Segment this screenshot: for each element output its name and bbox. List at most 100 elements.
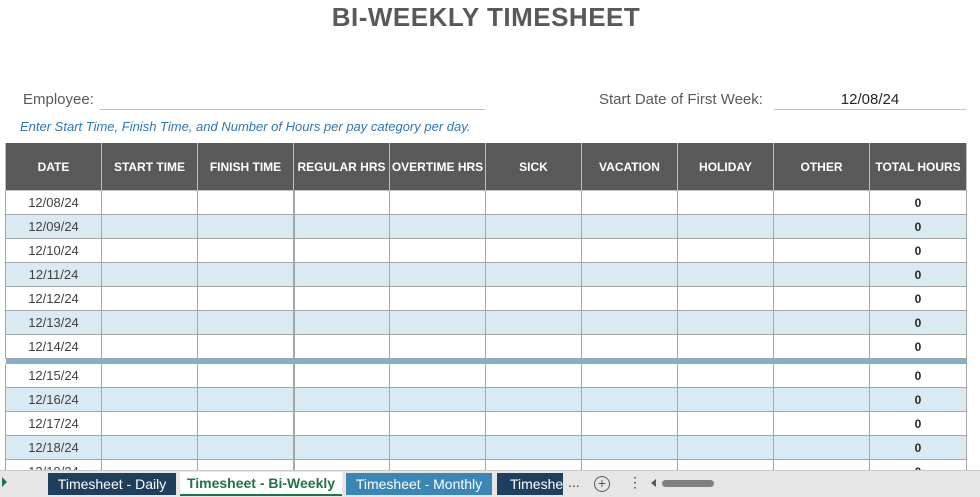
vacation-cell[interactable] <box>581 238 678 263</box>
col-header-total-hours[interactable]: TOTAL HOURS <box>869 143 967 191</box>
vacation-cell[interactable] <box>581 334 678 359</box>
start-time-cell[interactable] <box>101 190 198 215</box>
finish-time-cell[interactable] <box>197 364 294 388</box>
vertical-dots-icon[interactable]: ⋮ <box>628 474 642 491</box>
other-cell[interactable] <box>773 435 870 460</box>
start-time-cell[interactable] <box>101 411 198 436</box>
start-time-cell[interactable] <box>101 214 198 239</box>
finish-time-cell[interactable] <box>197 310 294 335</box>
other-cell[interactable] <box>773 214 870 239</box>
regular-hrs-cell[interactable] <box>292 310 390 335</box>
other-cell[interactable] <box>773 334 870 359</box>
sick-cell[interactable] <box>485 334 582 359</box>
sick-cell[interactable] <box>485 190 582 215</box>
employee-field[interactable] <box>100 91 485 110</box>
total-hours-cell[interactable]: 0 <box>869 364 967 388</box>
vacation-cell[interactable] <box>581 364 678 388</box>
vacation-cell[interactable] <box>581 435 678 460</box>
holiday-cell[interactable] <box>677 387 774 412</box>
sick-cell[interactable] <box>485 435 582 460</box>
overtime-hrs-cell[interactable] <box>389 435 486 460</box>
holiday-cell[interactable] <box>677 334 774 359</box>
date-cell[interactable]: 12/16/24 <box>5 387 102 412</box>
vacation-cell[interactable] <box>581 310 678 335</box>
total-hours-cell[interactable]: 0 <box>869 190 967 215</box>
finish-time-cell[interactable] <box>197 286 294 311</box>
col-header-other[interactable]: OTHER <box>773 143 870 191</box>
overtime-hrs-cell[interactable] <box>389 334 486 359</box>
tab-timesheet-monthly[interactable]: Timesheet - Monthly <box>346 473 492 495</box>
start-time-cell[interactable] <box>101 238 198 263</box>
holiday-cell[interactable] <box>677 214 774 239</box>
vacation-cell[interactable] <box>581 286 678 311</box>
finish-time-cell[interactable] <box>197 238 294 263</box>
date-cell[interactable]: 12/09/24 <box>5 214 102 239</box>
total-hours-cell[interactable]: 0 <box>869 310 967 335</box>
regular-hrs-cell[interactable] <box>292 334 390 359</box>
overtime-hrs-cell[interactable] <box>389 286 486 311</box>
total-hours-cell[interactable]: 0 <box>869 262 967 287</box>
finish-time-cell[interactable] <box>197 334 294 359</box>
plus-circle-icon[interactable]: + <box>594 476 610 492</box>
col-header-finish-time[interactable]: FINISH TIME <box>197 143 294 191</box>
start-time-cell[interactable] <box>101 286 198 311</box>
regular-hrs-cell[interactable] <box>292 387 390 412</box>
regular-hrs-cell[interactable] <box>292 411 390 436</box>
other-cell[interactable] <box>773 411 870 436</box>
start-time-cell[interactable] <box>101 262 198 287</box>
start-time-cell[interactable] <box>101 435 198 460</box>
overtime-hrs-cell[interactable] <box>389 262 486 287</box>
start-time-cell[interactable] <box>101 334 198 359</box>
other-cell[interactable] <box>773 190 870 215</box>
vacation-cell[interactable] <box>581 387 678 412</box>
regular-hrs-cell[interactable] <box>292 364 390 388</box>
finish-time-cell[interactable] <box>197 435 294 460</box>
sick-cell[interactable] <box>485 214 582 239</box>
holiday-cell[interactable] <box>677 435 774 460</box>
sick-cell[interactable] <box>485 411 582 436</box>
date-cell[interactable]: 12/12/24 <box>5 286 102 311</box>
vacation-cell[interactable] <box>581 262 678 287</box>
regular-hrs-cell[interactable] <box>292 190 390 215</box>
other-cell[interactable] <box>773 364 870 388</box>
col-header-date[interactable]: DATE <box>5 143 102 191</box>
start-date-field[interactable]: 12/08/24 <box>774 91 966 110</box>
total-hours-cell[interactable]: 0 <box>869 214 967 239</box>
tab-timesheet-bi-weekly[interactable]: Timesheet - Bi-Weekly <box>180 472 342 496</box>
date-cell[interactable]: 12/14/24 <box>5 334 102 359</box>
sick-cell[interactable] <box>485 286 582 311</box>
other-cell[interactable] <box>773 387 870 412</box>
tab-timesheet-daily[interactable]: Timesheet - Daily <box>48 473 176 495</box>
total-hours-cell[interactable]: 0 <box>869 334 967 359</box>
holiday-cell[interactable] <box>677 190 774 215</box>
sick-cell[interactable] <box>485 262 582 287</box>
date-cell[interactable]: 12/13/24 <box>5 310 102 335</box>
other-cell[interactable] <box>773 262 870 287</box>
regular-hrs-cell[interactable] <box>292 286 390 311</box>
col-header-holiday[interactable]: HOLIDAY <box>677 143 774 191</box>
regular-hrs-cell[interactable] <box>292 262 390 287</box>
triangle-right-icon[interactable] <box>2 477 7 487</box>
more-tabs-button[interactable]: ... <box>568 474 580 490</box>
other-cell[interactable] <box>773 286 870 311</box>
date-cell[interactable]: 12/18/24 <box>5 435 102 460</box>
other-cell[interactable] <box>773 310 870 335</box>
total-hours-cell[interactable]: 0 <box>869 387 967 412</box>
overtime-hrs-cell[interactable] <box>389 238 486 263</box>
sick-cell[interactable] <box>485 387 582 412</box>
finish-time-cell[interactable] <box>197 214 294 239</box>
other-cell[interactable] <box>773 238 870 263</box>
col-header-start-time[interactable]: START TIME <box>101 143 198 191</box>
total-hours-cell[interactable]: 0 <box>869 435 967 460</box>
vacation-cell[interactable] <box>581 214 678 239</box>
start-time-cell[interactable] <box>101 364 198 388</box>
regular-hrs-cell[interactable] <box>292 435 390 460</box>
col-header-overtime-hrs[interactable]: OVERTIME HRS <box>389 143 486 191</box>
total-hours-cell[interactable]: 0 <box>869 286 967 311</box>
start-time-cell[interactable] <box>101 310 198 335</box>
date-cell[interactable]: 12/10/24 <box>5 238 102 263</box>
start-time-cell[interactable] <box>101 387 198 412</box>
holiday-cell[interactable] <box>677 286 774 311</box>
holiday-cell[interactable] <box>677 262 774 287</box>
date-cell[interactable]: 12/08/24 <box>5 190 102 215</box>
